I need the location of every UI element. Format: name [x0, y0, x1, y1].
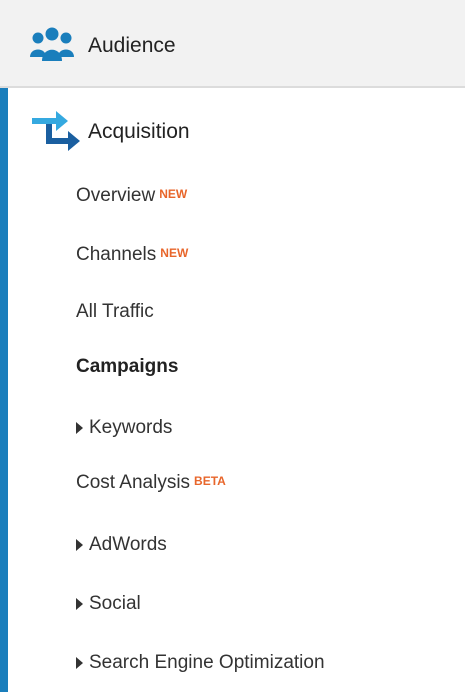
sidebar-item-overview[interactable]: Overview NEW	[76, 183, 187, 209]
sidebar-item-channels[interactable]: Channels NEW	[76, 242, 188, 268]
sidebar-item-search-engine-optimization[interactable]: Search Engine Optimization	[76, 650, 325, 676]
sidebar-item-keywords[interactable]: Keywords	[76, 415, 172, 441]
sidebar-item-label: Cost Analysis	[76, 472, 191, 493]
sidebar-item-label: Search Engine Optimization	[89, 652, 325, 673]
status-badge: NEW	[160, 246, 189, 260]
sidebar-item-campaigns[interactable]: Campaigns	[76, 354, 178, 380]
sidebar-item-label: Social	[89, 593, 141, 614]
expand-caret-icon	[76, 657, 83, 669]
sidebar-item-cost-analysis[interactable]: Cost Analysis BETA	[76, 470, 226, 496]
active-section-indicator	[0, 88, 8, 692]
nav-item-audience-label: Audience	[88, 34, 176, 57]
sidebar-item-social[interactable]: Social	[76, 591, 141, 617]
nav-item-acquisition[interactable]: Acquisition	[8, 88, 465, 176]
sidebar-item-label: Overview	[76, 185, 156, 206]
sidebar-item-label: Channels	[76, 244, 157, 265]
expand-caret-icon	[76, 598, 83, 610]
nav-item-acquisition-label: Acquisition	[88, 120, 190, 143]
status-badge: NEW	[159, 187, 188, 201]
sidebar-item-label: All Traffic	[76, 301, 154, 322]
expand-caret-icon	[76, 539, 83, 551]
sidebar-item-all-traffic[interactable]: All Traffic	[76, 299, 154, 325]
sidebar-item-label: Keywords	[89, 417, 173, 438]
audience-people-icon	[30, 27, 74, 61]
sidebar-item-adwords[interactable]: AdWords	[76, 532, 167, 558]
expand-caret-icon	[76, 422, 83, 434]
sidebar-item-label: AdWords	[89, 534, 167, 555]
sidebar-item-label: Campaigns	[76, 356, 179, 377]
nav-item-audience[interactable]: Audience	[0, 0, 465, 88]
acquisition-arrows-icon	[32, 111, 80, 151]
status-badge: BETA	[194, 474, 226, 488]
